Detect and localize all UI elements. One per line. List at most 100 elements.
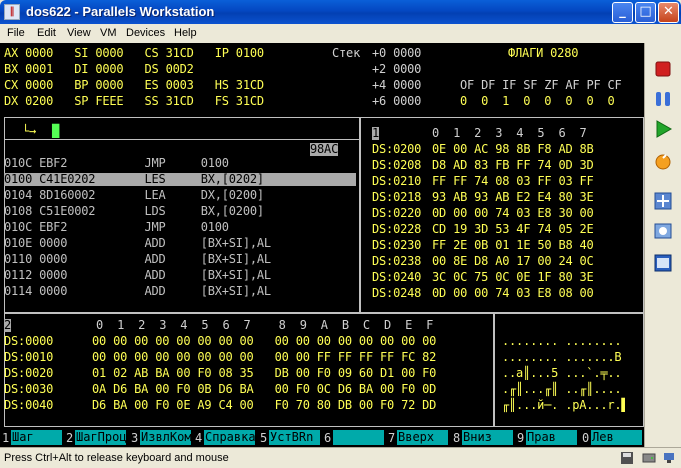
fkey-number: 5: [260, 431, 268, 445]
disasm-line[interactable]: 0104 8D160002 LEA DX,[0200]: [4, 189, 264, 202]
dump-right-address: DS:0218: [372, 190, 422, 204]
dump-bottom-address: DS:0030: [4, 382, 54, 396]
dump-bottom-ascii: ╓║...й─. .pА...r.▌: [502, 398, 629, 412]
disasm-line[interactable]: 010C EBF2 JMP 0100: [4, 157, 229, 170]
dump-right-address: DS:0248: [372, 286, 422, 300]
menu-vm[interactable]: VM: [100, 27, 117, 39]
registers-row-4: DX 0200 SP FEEE SS 31CD FS 31CD: [4, 94, 264, 108]
dump-right-address: DS:0240: [372, 270, 422, 284]
disasm-line[interactable]: 010C EBF2 JMP 0100: [4, 221, 229, 234]
stack-row: +6 0000: [372, 94, 422, 108]
flags-label: ФЛАГИ 0280: [508, 46, 579, 60]
dump-bottom-ascii: .╓║...╓║ ..╓║....: [502, 382, 622, 396]
fkey-number: 4: [195, 431, 203, 445]
registers-row-2: BX 0001 DI 0000 DS 00D2: [4, 62, 194, 76]
fkey-number: 9: [517, 431, 525, 445]
menu-bar: File Edit View VM Devices Help: [0, 24, 681, 43]
fkey-button[interactable]: Прав: [526, 430, 577, 445]
registers-row-3: CX 0000 BP 0000 ES 0003 HS 31CD: [4, 78, 264, 92]
fkey-button[interactable]: ИзвлКом: [140, 430, 192, 445]
dump-bottom-bytes[interactable]: 00 00 00 00 00 00 00 00 00 00 FF FF FF F…: [92, 351, 436, 364]
fkey-button[interactable]: Вверх: [397, 430, 448, 445]
flags-values: 0 0 1 0 0 0 0 0: [460, 94, 615, 108]
dump-bottom-header: 0 1 2 3 4 5 6 7 8 9 A B C D E F: [96, 318, 434, 332]
vm-toolbar: [644, 43, 681, 447]
disasm-tag: 98AC: [310, 142, 339, 156]
dump-bottom-ascii: ..а║...5 ...`.╤..: [502, 366, 622, 380]
fkey-button[interactable]: Шаг: [11, 430, 62, 445]
dump-right-address: DS:0228: [372, 222, 422, 236]
fkey-button[interactable]: Вниз: [462, 430, 513, 445]
dump-right-number: 1: [372, 126, 380, 140]
fkey-button[interactable]: Справка: [204, 430, 256, 445]
fkey-button[interactable]: [333, 430, 384, 445]
disasm-line[interactable]: 0110 0000 ADD [BX+SI],AL: [4, 253, 271, 266]
dump-right-bytes[interactable]: FF FF 74 08 03 FF 03 FF: [432, 175, 594, 188]
dump-right-bytes[interactable]: 93 AB 93 AB E2 E4 80 3E: [432, 191, 594, 204]
close-button[interactable]: ✕: [658, 2, 679, 23]
menu-view[interactable]: View: [67, 27, 91, 39]
vm-screen[interactable]: AX 0000 SI 0000 CS 31CD IP 0100 BX 0001 …: [0, 43, 644, 447]
dump-bottom-bytes[interactable]: D6 BA 00 F0 0E A9 C4 00 F0 70 80 DB 00 F…: [92, 399, 436, 412]
dump-right-address: DS:0208: [372, 158, 422, 172]
screenshot-icon[interactable]: [653, 221, 673, 241]
minimize-button[interactable]: _: [612, 2, 633, 23]
disasm-line-selected[interactable]: 0100 C41E0202 LES BX,[0202]: [4, 173, 356, 186]
disasm-line[interactable]: 0108 C51E0002 LDS BX,[0200]: [4, 205, 264, 218]
fkey-number: 8: [453, 431, 461, 445]
menu-devices[interactable]: Devices: [126, 27, 165, 39]
stack-row: +0 0000: [372, 46, 422, 60]
reset-icon[interactable]: [653, 151, 673, 171]
fullscreen-icon[interactable]: [653, 191, 673, 211]
title-bar: ‖ dos622 - Parallels Workstation _ □ ✕: [0, 0, 681, 24]
disasm-line[interactable]: 010E 0000 ADD [BX+SI],AL: [4, 237, 271, 250]
disasm-line[interactable]: 0112 0000 ADD [BX+SI],AL: [4, 269, 271, 282]
dump-right-bytes[interactable]: 0D 00 00 74 03 E8 08 00: [432, 287, 594, 300]
menu-file[interactable]: File: [7, 27, 25, 39]
dump-bottom-bytes[interactable]: 01 02 AB BA 00 F0 08 35 DB 00 F0 09 60 D…: [92, 367, 436, 380]
dump-bottom-number: 2: [4, 318, 12, 332]
menu-edit[interactable]: Edit: [37, 27, 56, 39]
dump-bottom-address: DS:0010: [4, 350, 54, 364]
dump-right-bytes[interactable]: CD 19 3D 53 4F 74 05 2E: [432, 223, 594, 236]
fkey-button[interactable]: Лев: [591, 430, 642, 445]
status-bar: Press Ctrl+Alt to release keyboard and m…: [0, 447, 681, 468]
network-icon[interactable]: [662, 451, 676, 465]
command-divider: [4, 139, 360, 140]
dump-right-bytes[interactable]: FF 2E 0B 01 1E 50 B8 40: [432, 239, 594, 252]
command-prompt: └→: [22, 124, 44, 138]
disasm-line[interactable]: 0114 0000 ADD [BX+SI],AL: [4, 285, 271, 298]
registers-row-1: AX 0000 SI 0000 CS 31CD IP 0100: [4, 46, 264, 60]
pause-icon[interactable]: [653, 89, 673, 109]
fkey-number: 3: [131, 431, 139, 445]
stack-row: +2 0000: [372, 62, 422, 76]
maximize-button[interactable]: □: [635, 2, 656, 23]
fkey-button[interactable]: УстBRn: [269, 430, 320, 445]
floppy-icon[interactable]: [620, 451, 634, 465]
dump-right-bytes[interactable]: 0E 00 AC 98 8B F8 AD 8B: [432, 143, 594, 156]
dump-right-bytes[interactable]: 3C 0C 75 0C 0E 1F 80 3E: [432, 271, 594, 284]
play-icon[interactable]: [653, 119, 673, 139]
function-key-bar: 1 Шаг 2 ШагПроц 3 ИзвлКом 4 Справка 5 УстBRn 6 7 Вве…: [0, 429, 644, 447]
window-icon[interactable]: [653, 253, 673, 273]
dump-bottom-bytes[interactable]: 0A D6 BA 00 F0 0B D6 BA 00 F0 0C D6 BA 0…: [92, 383, 436, 396]
flags-names: OF DF IF SF ZF AF PF CF: [460, 78, 622, 92]
dump-bottom-address: DS:0000: [4, 334, 54, 348]
fkey-number: 7: [388, 431, 396, 445]
menu-help[interactable]: Help: [174, 27, 197, 39]
stop-icon[interactable]: [653, 59, 673, 79]
hdd-icon[interactable]: [642, 451, 656, 465]
dump-bottom-ascii: ........ ........: [502, 334, 622, 348]
dump-right-bytes[interactable]: 0D 00 00 74 03 E8 30 00: [432, 207, 594, 220]
command-cursor[interactable]: █: [52, 125, 59, 138]
stack-row: +4 0000: [372, 78, 422, 92]
fkey-button[interactable]: ШагПроц: [75, 430, 127, 445]
maximize-icon: □: [639, 4, 652, 19]
dump-right-bytes[interactable]: 00 8E D8 A0 17 00 24 0C: [432, 255, 594, 268]
dump-right-address: DS:0238: [372, 254, 422, 268]
stack-label: Стек: [332, 46, 361, 60]
dump-right-bytes[interactable]: D8 AD 83 FB FF 74 0D 3D: [432, 159, 594, 172]
dump-right-address: DS:0210: [372, 174, 422, 188]
dump-right-header: 0 1 2 3 4 5 6 7: [432, 126, 587, 140]
dump-bottom-bytes[interactable]: 00 00 00 00 00 00 00 00 00 00 00 00 00 0…: [92, 335, 436, 348]
